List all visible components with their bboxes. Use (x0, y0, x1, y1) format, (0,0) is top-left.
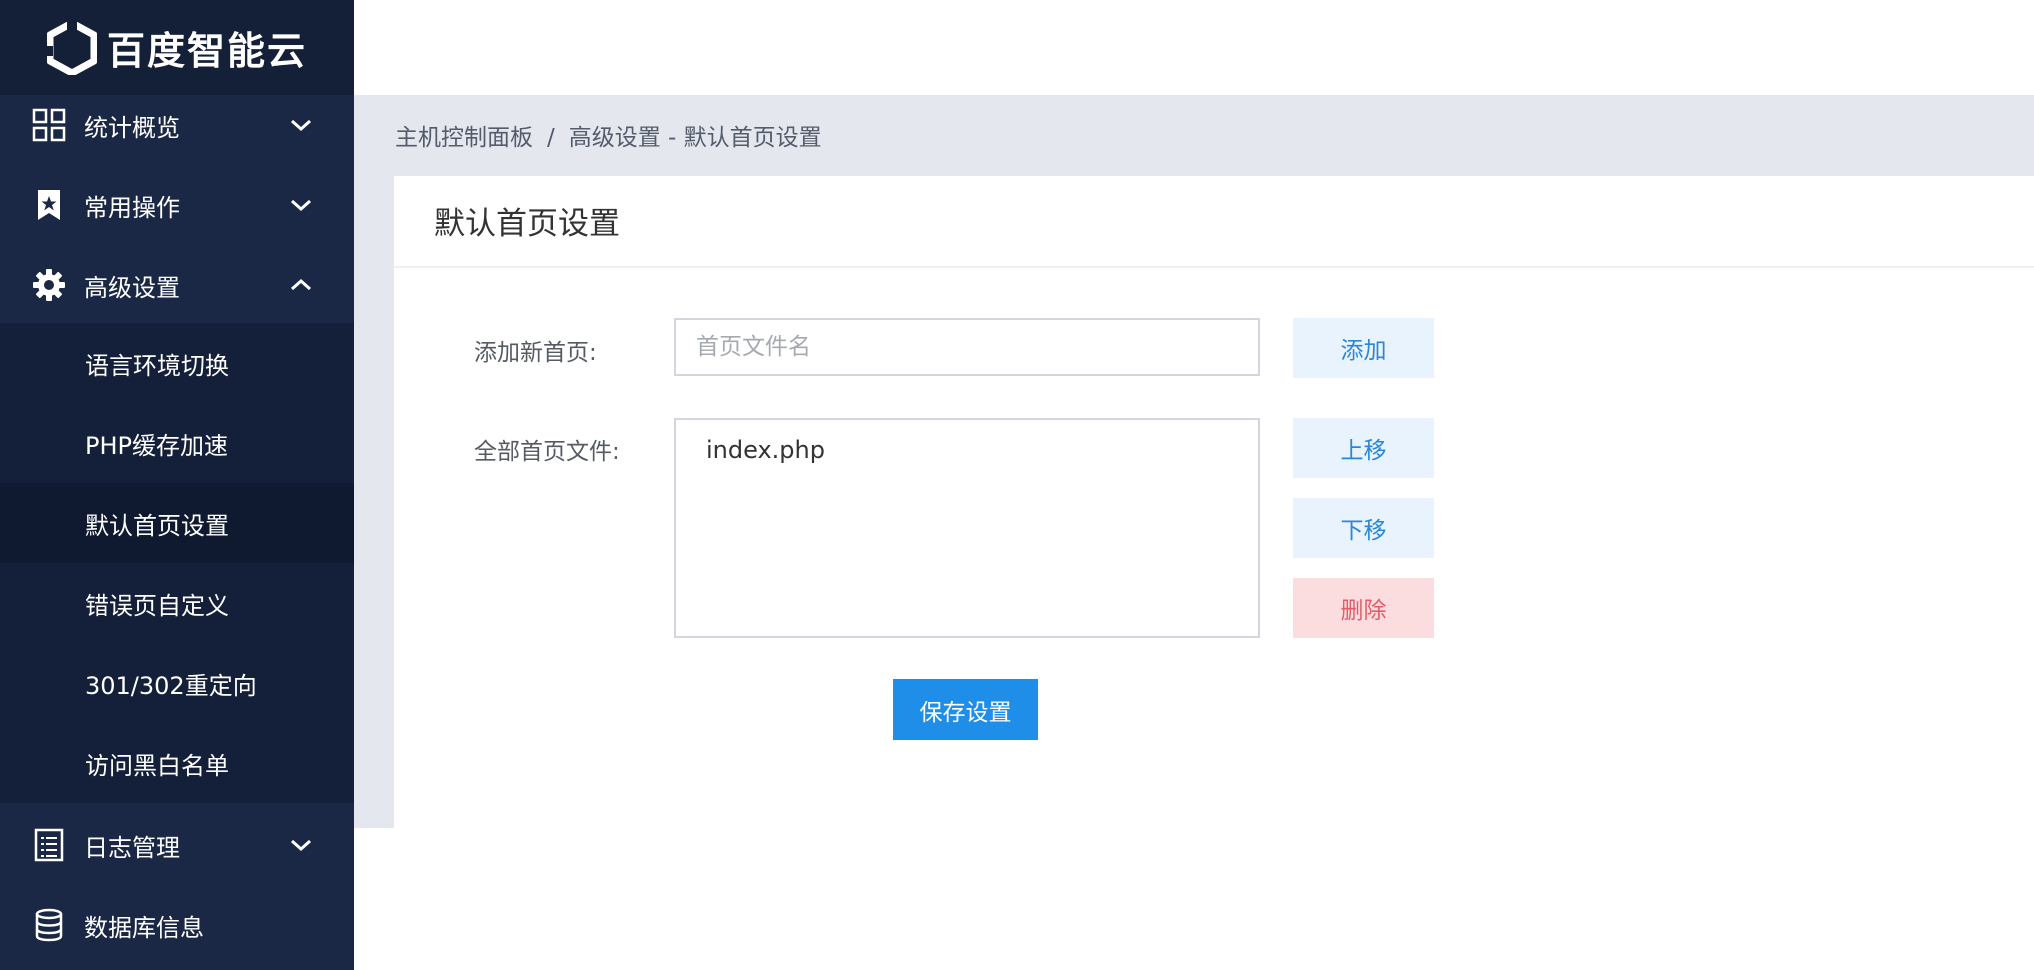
sidebar-item-default-index[interactable]: 默认首页设置 (0, 483, 354, 563)
list-item[interactable]: index.php (706, 436, 825, 464)
sidebar-item-error-pages[interactable]: 错误页自定义 (0, 563, 354, 643)
save-settings-button[interactable]: 保存设置 (893, 679, 1038, 740)
sidebar-item-label: 默认首页设置 (85, 511, 229, 540)
baidu-cloud-logo-icon (46, 20, 97, 75)
database-icon (32, 908, 66, 942)
sidebar-item-label: PHP缓存加速 (85, 431, 228, 460)
delete-button[interactable]: 删除 (1293, 578, 1434, 638)
breadcrumb: 主机控制面板 / 高级设置 - 默认首页设置 (395, 118, 822, 152)
bookmark-star-icon (32, 188, 66, 222)
sidebar-group-label: 高级设置 (84, 273, 180, 302)
sidebar-group-database[interactable]: 数据库信息 (0, 885, 354, 965)
sidebar-group-overview[interactable]: 统计概览 (0, 85, 354, 165)
sidebar-item-php-cache[interactable]: PHP缓存加速 (0, 403, 354, 483)
gear-icon (32, 268, 66, 302)
move-down-button[interactable]: 下移 (1293, 498, 1434, 558)
sidebar-item-label: 访问黑白名单 (85, 751, 229, 780)
page-title: 默认首页设置 (434, 206, 620, 242)
document-list-icon (32, 828, 66, 862)
sidebar-item-label: 语言环境切换 (85, 351, 229, 380)
add-index-label: 添加新首页: (474, 340, 597, 366)
sidebar-group-label: 统计概览 (84, 113, 180, 142)
breadcrumb-root[interactable]: 主机控制面板 (395, 125, 533, 151)
chevron-down-icon (286, 830, 316, 860)
title-divider (394, 266, 2034, 268)
chevron-down-icon (286, 190, 316, 220)
sidebar-item-label: 301/302重定向 (85, 671, 257, 700)
sidebar-group-common-ops[interactable]: 常用操作 (0, 165, 354, 245)
index-filename-input[interactable] (674, 318, 1260, 376)
sidebar-group-label: 日志管理 (84, 833, 180, 862)
sidebar-group-label: 数据库信息 (84, 913, 204, 942)
sidebar: 百度智能云 统计概览 常用操作 高级设置 语言环境切换 PHP缓存加速 默认首页… (0, 0, 354, 970)
sidebar-group-logs[interactable]: 日志管理 (0, 805, 354, 885)
chevron-down-icon (286, 110, 316, 140)
sidebar-group-label: 常用操作 (84, 193, 180, 222)
breadcrumb-current: 高级设置 - 默认首页设置 (568, 125, 822, 151)
chevron-up-icon (286, 270, 316, 300)
brand-name: 百度智能云 (106, 29, 307, 73)
index-files-list[interactable]: index.php (674, 418, 1260, 638)
move-up-button[interactable]: 上移 (1293, 418, 1434, 478)
brand-logo[interactable]: 百度智能云 (0, 0, 354, 95)
sidebar-group-advanced[interactable]: 高级设置 (0, 245, 354, 325)
all-index-files-label: 全部首页文件: (474, 439, 620, 465)
breadcrumb-separator: / (547, 125, 555, 151)
dashboard-grid-icon (32, 108, 66, 142)
add-button[interactable]: 添加 (1293, 318, 1434, 378)
sidebar-item-redirect[interactable]: 301/302重定向 (0, 643, 354, 723)
sidebar-item-language[interactable]: 语言环境切换 (0, 323, 354, 403)
sidebar-item-label: 错误页自定义 (85, 591, 229, 620)
sidebar-item-access-list[interactable]: 访问黑白名单 (0, 723, 354, 803)
